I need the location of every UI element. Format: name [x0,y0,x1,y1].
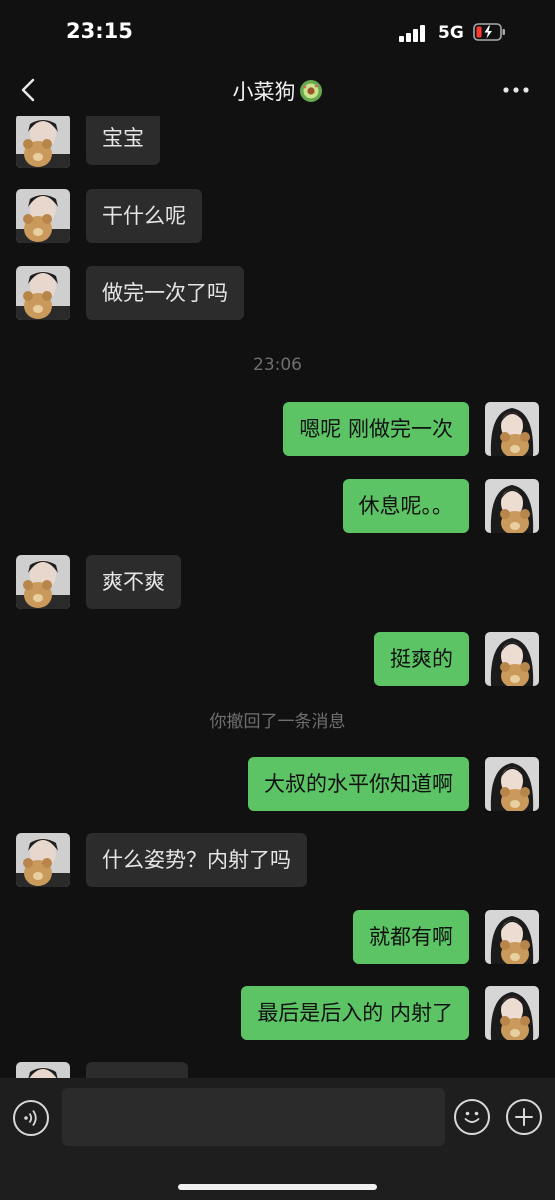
self-avatar[interactable] [485,986,539,1040]
message-bubble-outgoing[interactable]: 挺爽的 [374,632,469,686]
chat-messages[interactable]: 宝宝 干什么呢 做完一次了吗 23:06 嗯呢 刚做完一次 休息呢。。 爽不爽 … [0,116,555,1078]
more-options-icon[interactable] [500,78,532,102]
home-indicator[interactable] [178,1184,377,1190]
contact-avatar[interactable] [16,555,70,609]
self-avatar[interactable] [485,757,539,811]
message-bubble-outgoing[interactable]: 最后是后入的 内射了 [241,986,469,1040]
avocado-emoji-icon [299,80,322,102]
battery-icon [473,23,505,41]
message-bubble-incoming[interactable]: 做完一次了吗 [86,266,244,320]
self-avatar[interactable] [485,910,539,964]
voice-input-button[interactable] [13,1100,49,1136]
contact-avatar[interactable] [16,266,70,320]
message-bubble-incoming[interactable]: 爽不爽 [86,555,181,609]
system-notice-recalled: 你撤回了一条消息 [209,712,346,732]
message-bubble-incoming[interactable]: 什么姿势？内射了吗 [86,833,307,887]
message-bubble-incoming[interactable]: 干什么呢 [86,189,202,243]
contact-avatar[interactable] [16,116,70,168]
voice-wave-icon [24,1109,37,1127]
network-label: 5G [438,23,464,43]
message-bubble-incoming[interactable]: 宝宝 [86,116,160,165]
message-bubble-outgoing[interactable]: 大叔的水平你知道啊 [248,757,469,811]
self-avatar[interactable] [485,632,539,686]
message-input[interactable] [62,1088,445,1146]
smiley-icon [464,1111,480,1123]
contact-avatar[interactable] [16,1062,70,1078]
input-bar [0,1078,555,1200]
timestamp: 23:06 [253,355,302,375]
contact-avatar[interactable] [16,833,70,887]
more-functions-button[interactable] [506,1099,542,1135]
message-bubble-outgoing[interactable]: 休息呢。。 [342,479,469,533]
self-avatar[interactable] [485,479,539,533]
status-bar: 23:15 5G [0,0,555,66]
contact-avatar[interactable] [16,189,70,243]
emoji-button[interactable] [454,1099,490,1135]
message-bubble-incoming-partial[interactable] [86,1062,188,1078]
chat-title: 小菜狗 [0,76,555,106]
message-bubble-outgoing[interactable]: 嗯呢 刚做完一次 [283,402,469,456]
self-avatar[interactable] [485,402,539,456]
nav-bar: 小菜狗 [0,66,555,116]
chat-title-text: 小菜狗 [232,80,296,104]
status-time: 23:15 [66,19,133,43]
plus-icon [515,1108,533,1126]
message-bubble-outgoing[interactable]: 就都有啊 [353,910,469,964]
signal-icon [399,24,429,42]
